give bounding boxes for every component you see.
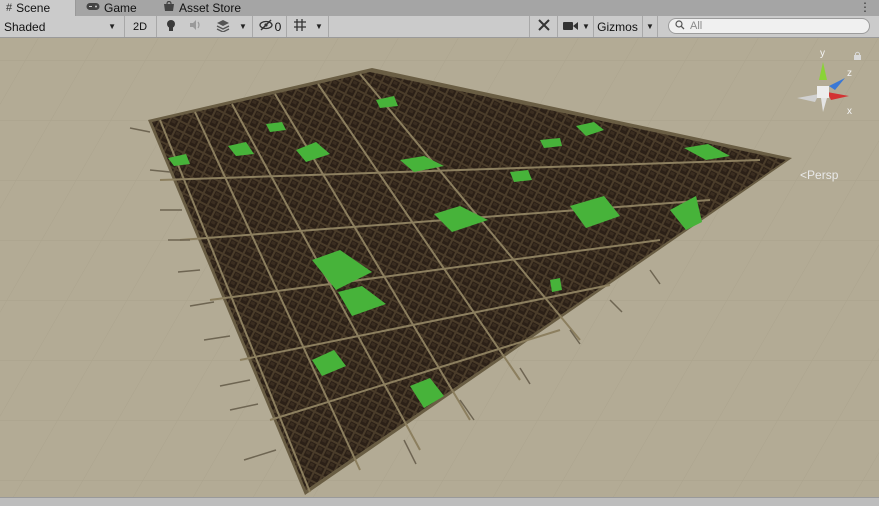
hidden-count: 0 bbox=[274, 19, 282, 34]
gamepad-icon bbox=[86, 2, 100, 14]
tab-menu-icon[interactable]: ⋮ bbox=[859, 0, 871, 14]
tab-game[interactable]: Game bbox=[80, 0, 152, 16]
store-icon bbox=[163, 0, 175, 15]
toolbar-divider bbox=[557, 16, 558, 37]
camera-dropdown[interactable]: ▼ bbox=[580, 16, 592, 37]
gizmos-dropdown[interactable]: ▼ bbox=[642, 16, 658, 37]
camera-settings-button[interactable] bbox=[560, 16, 580, 37]
grid-icon: # bbox=[6, 2, 13, 14]
tab-asset-store[interactable]: Asset Store bbox=[157, 0, 257, 16]
tab-scene-label: Scene bbox=[16, 1, 51, 15]
speaker-icon bbox=[189, 19, 203, 34]
chevron-down-icon: ▼ bbox=[108, 22, 116, 31]
search-input[interactable] bbox=[690, 20, 860, 32]
tab-asset-store-label: Asset Store bbox=[179, 1, 242, 15]
tools-icon bbox=[537, 18, 551, 35]
tab-game-label: Game bbox=[104, 1, 137, 15]
effects-toggle-button[interactable] bbox=[210, 16, 234, 37]
lightbulb-icon bbox=[166, 19, 176, 35]
search-icon bbox=[675, 19, 685, 33]
gizmo-center-cube[interactable] bbox=[817, 86, 829, 98]
layers-icon bbox=[215, 19, 230, 35]
gizmo-axis-x-label: x bbox=[847, 106, 852, 117]
chevron-down-icon: ▼ bbox=[582, 22, 590, 31]
toolbar-divider bbox=[156, 16, 157, 37]
eye-slash-icon bbox=[259, 19, 273, 34]
chevron-down-icon: ▼ bbox=[646, 22, 654, 31]
scene-viewport[interactable]: y z x <Persp bbox=[0, 38, 879, 497]
hierarchy-search-field[interactable] bbox=[668, 18, 870, 34]
chevron-left-icon: < bbox=[800, 168, 808, 182]
shading-mode-dropdown[interactable]: Shaded ▼ bbox=[0, 16, 122, 37]
scene-canvas: y z x bbox=[0, 38, 879, 497]
grid-dropdown[interactable]: ▼ bbox=[312, 16, 326, 37]
chevron-down-icon: ▼ bbox=[315, 22, 323, 31]
toolbar-divider bbox=[328, 16, 329, 37]
tab-scene[interactable]: # Scene bbox=[0, 0, 76, 16]
grid-snap-icon bbox=[293, 18, 307, 35]
hidden-objects-toggle[interactable]: 0 bbox=[256, 16, 284, 37]
tools-button[interactable] bbox=[532, 16, 556, 37]
lighting-toggle-button[interactable] bbox=[161, 16, 181, 37]
chevron-down-icon: ▼ bbox=[239, 22, 247, 31]
projection-toggle[interactable]: <Persp bbox=[800, 168, 838, 182]
toolbar-divider bbox=[252, 16, 253, 37]
audio-toggle-button[interactable] bbox=[185, 16, 207, 37]
toolbar-divider bbox=[124, 16, 125, 37]
window-tab-bar: # Scene Game Asset Store ⋮ bbox=[0, 0, 879, 17]
toggle-2d-button[interactable]: 2D bbox=[128, 16, 152, 37]
toolbar-divider bbox=[286, 16, 287, 37]
effects-dropdown[interactable]: ▼ bbox=[236, 16, 250, 37]
camera-icon bbox=[562, 20, 578, 34]
gizmo-axis-y-label: y bbox=[820, 48, 825, 59]
gizmos-button[interactable]: Gizmos bbox=[593, 16, 641, 37]
projection-label: Persp bbox=[807, 168, 839, 182]
shading-mode-value: Shaded bbox=[4, 19, 46, 34]
grid-toggle-button[interactable] bbox=[289, 16, 311, 37]
toolbar-divider bbox=[529, 16, 530, 37]
gizmo-axis-z-label: z bbox=[847, 68, 852, 79]
